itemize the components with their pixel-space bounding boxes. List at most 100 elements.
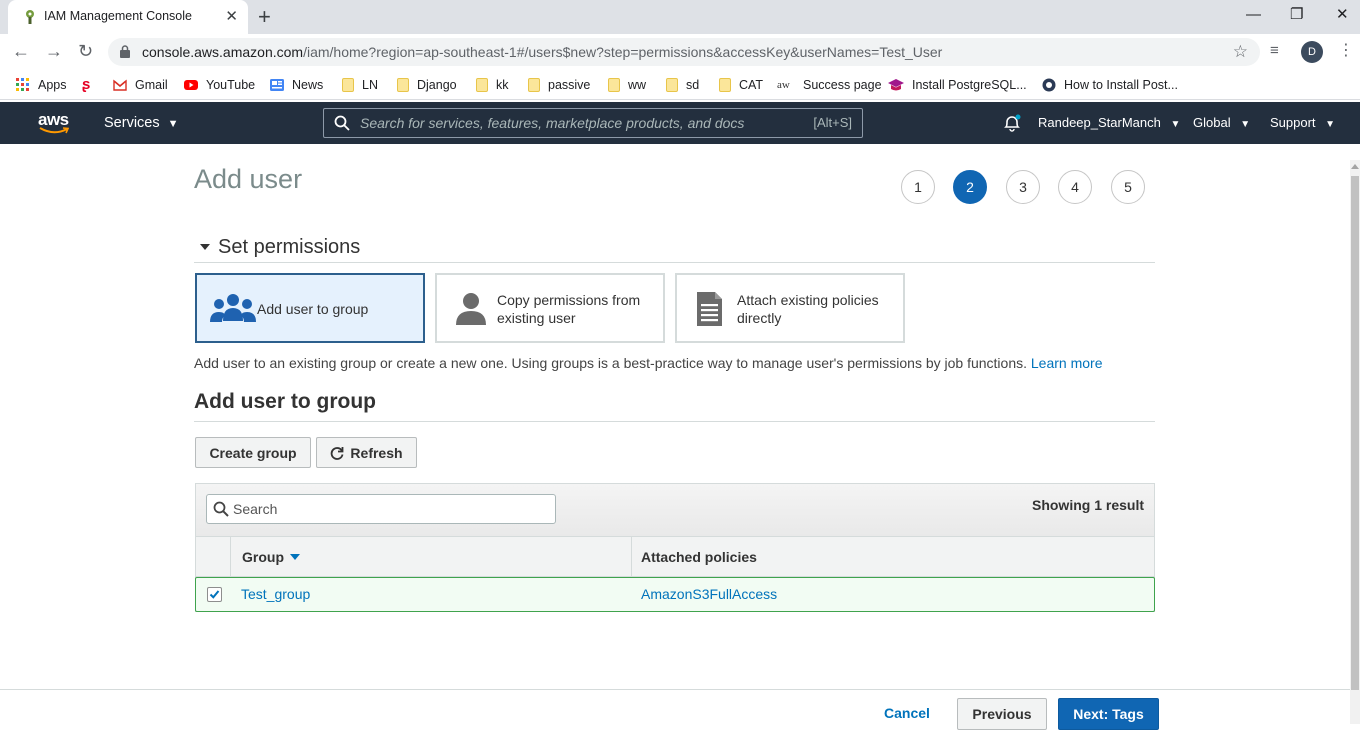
profile-avatar[interactable]: D — [1301, 41, 1323, 63]
bookmark-label: LN — [362, 78, 378, 92]
column-header-group[interactable]: Group — [230, 537, 631, 577]
scroll-thumb[interactable] — [1351, 176, 1359, 690]
folder-icon — [397, 78, 409, 92]
aws-logo[interactable]: aws — [38, 110, 72, 136]
page-title: Add user — [194, 164, 303, 194]
region-menu[interactable]: Global ▼ — [1193, 115, 1250, 130]
users-group-icon — [210, 294, 256, 322]
chevron-down-icon: ▼ — [1170, 119, 1181, 130]
bookmark-folder-passive[interactable]: passive — [528, 76, 590, 94]
bookmark-label: CAT — [739, 78, 764, 92]
gmail-icon — [113, 79, 127, 91]
support-menu[interactable]: Support ▼ — [1270, 115, 1335, 130]
iam-favicon-icon — [26, 10, 34, 24]
bookmark-news[interactable]: News — [270, 76, 323, 94]
url-host: console.aws.amazon.com — [142, 44, 304, 60]
bookmark-label: ww — [628, 78, 647, 92]
table-toolbar: Showing 1 result — [196, 484, 1154, 537]
bookmark-folder-ww[interactable]: ww — [608, 76, 646, 94]
user-icon — [456, 293, 486, 325]
section-title: Set permissions — [218, 236, 361, 258]
bookmark-apps[interactable]: Apps — [16, 76, 67, 94]
option-label: Attach existing policies directly — [737, 292, 879, 326]
search-shortcut-hint: [Alt+S] — [813, 115, 852, 130]
scroll-up-icon[interactable] — [1351, 164, 1359, 169]
reload-icon[interactable]: ↻ — [78, 41, 93, 61]
grad-cap-icon — [888, 79, 904, 91]
browser-tab[interactable]: IAM Management Console ✕ — [8, 0, 248, 34]
chevron-down-icon: ▼ — [1240, 119, 1251, 130]
bookmark-how-to-install[interactable]: How to Install Post... — [1042, 76, 1178, 94]
bookmark-label: YouTube — [206, 78, 256, 92]
column-header-attached-policies[interactable]: Attached policies — [631, 537, 1154, 577]
aws-smile-icon — [39, 127, 69, 134]
bookmark-pinterest[interactable]: ʂ — [82, 76, 100, 94]
group-search-input[interactable] — [233, 501, 543, 517]
notification-bell-icon[interactable] — [1002, 113, 1022, 133]
create-group-button[interactable]: Create group — [195, 437, 311, 468]
option-add-user-to-group[interactable]: Add user to group — [195, 273, 425, 343]
window-close-icon[interactable]: ✕ — [1336, 5, 1349, 25]
table-row[interactable]: Test_group AmazonS3FullAccess — [195, 577, 1155, 612]
restore-icon[interactable]: ❐ — [1290, 5, 1303, 25]
site-icon — [1042, 78, 1056, 92]
bookmark-gmail[interactable]: Gmail — [113, 76, 168, 94]
account-menu[interactable]: Randeep_StarManch ▼ — [1038, 115, 1180, 130]
bookmark-label: kk — [496, 78, 509, 92]
tab-close-icon[interactable]: ✕ — [225, 7, 238, 27]
aws-search-input[interactable] — [360, 115, 780, 131]
bookmark-label: passive — [548, 78, 591, 92]
minimize-icon[interactable]: — — [1246, 5, 1261, 25]
bookmark-label: How to Install Post... — [1064, 78, 1178, 92]
option-label: Copy permissions from existing user — [497, 292, 641, 326]
collapse-caret-icon — [200, 244, 210, 250]
cancel-link[interactable]: Cancel — [884, 705, 930, 721]
bookmark-folder-cat[interactable]: CAT — [719, 76, 763, 94]
forward-icon[interactable]: → — [45, 41, 63, 61]
bookmark-folder-django[interactable]: Django — [397, 76, 457, 94]
wizard-step-5[interactable]: 5 — [1111, 170, 1145, 204]
back-icon[interactable]: ← — [12, 41, 30, 61]
url-path: /iam/home?region=ap-southeast-1#/users$n… — [303, 44, 943, 60]
wizard-step-3[interactable]: 3 — [1006, 170, 1040, 204]
wizard-step-2[interactable]: 2 — [953, 170, 987, 204]
browser-menu-icon[interactable]: ⋮ — [1338, 40, 1354, 60]
bookmark-folder-kk[interactable]: kk — [476, 76, 509, 94]
refresh-label: Refresh — [350, 444, 403, 461]
chevron-down-icon: ▼ — [167, 118, 179, 130]
bookmark-youtube[interactable]: YouTube — [184, 76, 255, 94]
folder-icon — [666, 78, 678, 92]
lock-icon — [120, 45, 130, 58]
search-icon — [334, 115, 350, 131]
group-name-link[interactable]: Test_group — [241, 586, 310, 602]
select-column-header — [196, 537, 230, 577]
wizard-step-4[interactable]: 4 — [1058, 170, 1092, 204]
refresh-button[interactable]: Refresh — [316, 437, 417, 468]
subsection-title: Add user to group — [194, 390, 376, 413]
bookmark-folder-sd[interactable]: sd — [666, 76, 699, 94]
bookmark-star-icon[interactable]: ☆ — [1233, 42, 1248, 62]
group-search-box[interactable] — [206, 494, 556, 524]
next-tags-button[interactable]: Next: Tags — [1058, 698, 1159, 730]
services-menu-button[interactable]: Services ▼ — [104, 115, 179, 131]
set-permissions-header[interactable]: Set permissions — [194, 234, 1155, 263]
bookmark-install-postgresql[interactable]: Install PostgreSQL... — [888, 76, 1027, 94]
option-attach-policies[interactable]: Attach existing policies directly — [675, 273, 905, 343]
bookmark-folder-ln[interactable]: LN — [342, 76, 378, 94]
row-checkbox[interactable] — [207, 587, 222, 602]
youtube-icon — [184, 80, 198, 90]
media-control-icon[interactable]: ≡ — [1270, 42, 1279, 59]
learn-more-link[interactable]: Learn more — [1031, 355, 1103, 371]
aws-search-box[interactable]: [Alt+S] — [323, 108, 863, 138]
bookmark-label: sd — [686, 78, 700, 92]
bookmark-label: Success page — [803, 78, 882, 92]
address-bar[interactable]: console.aws.amazon.com/iam/home?region=a… — [108, 38, 1260, 66]
option-copy-permissions[interactable]: Copy permissions from existing user — [435, 273, 665, 343]
wizard-step-1[interactable]: 1 — [901, 170, 935, 204]
previous-button[interactable]: Previous — [957, 698, 1047, 730]
policy-link[interactable]: AmazonS3FullAccess — [641, 586, 777, 602]
new-tab-icon[interactable]: + — [258, 4, 271, 30]
page-scrollbar[interactable] — [1350, 160, 1360, 724]
news-icon — [270, 79, 284, 91]
bookmark-success-page[interactable]: aw Success page — [777, 76, 882, 94]
